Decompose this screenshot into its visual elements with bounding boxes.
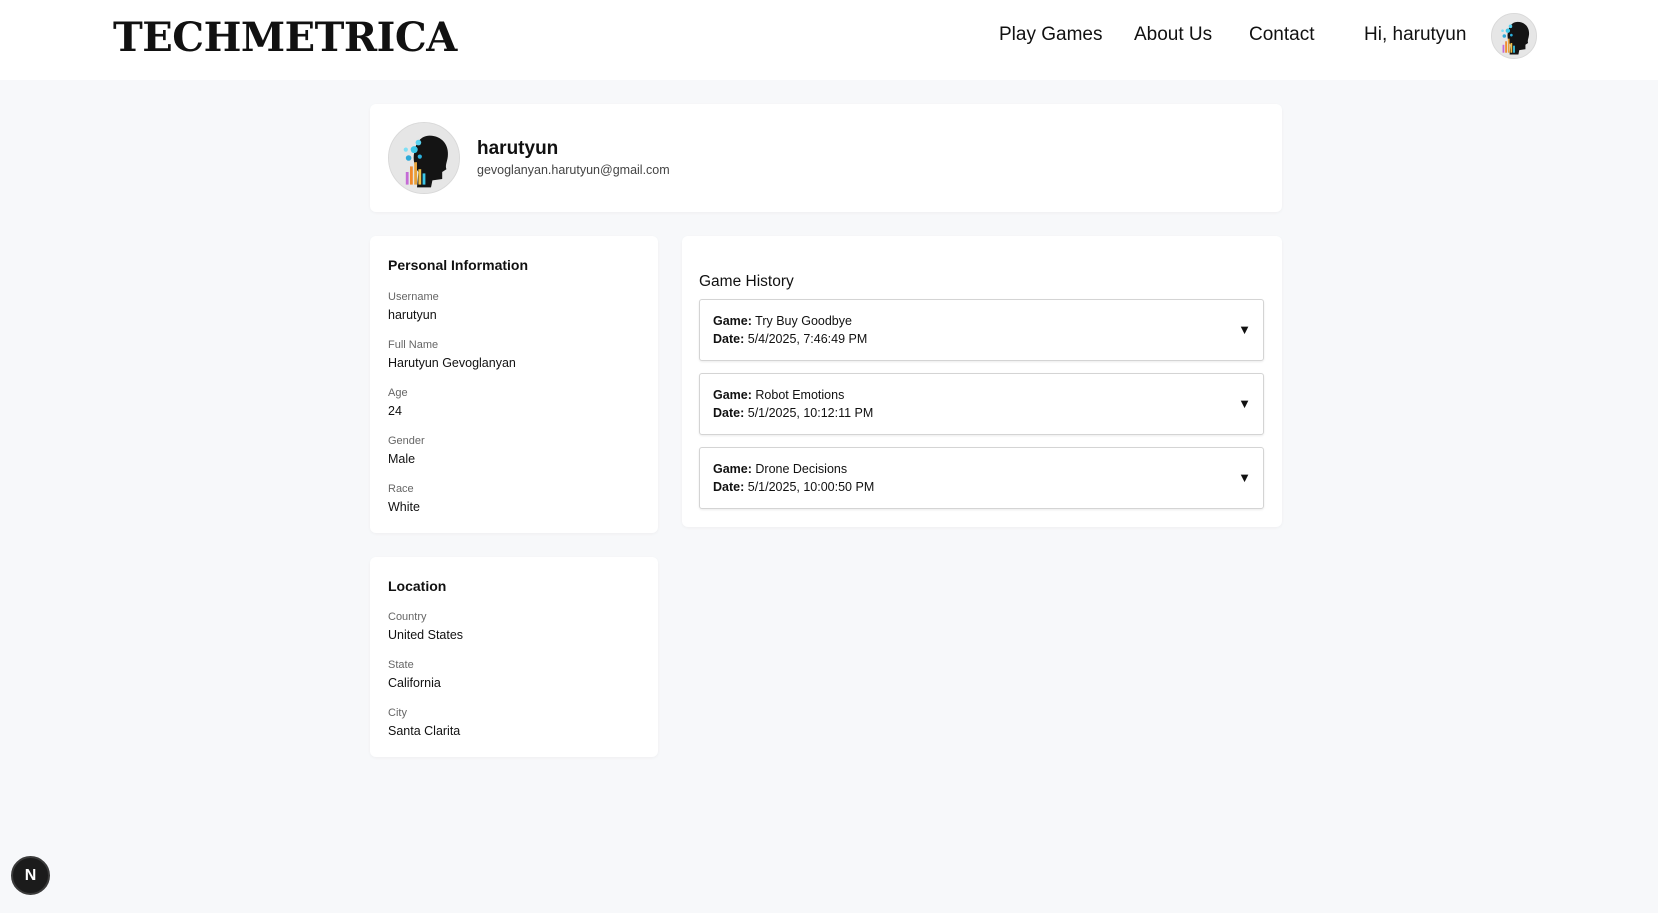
- date-label: Date:: [713, 406, 745, 420]
- nav-about-us[interactable]: About Us: [1134, 24, 1212, 50]
- profile-email: gevoglanyan.harutyun@gmail.com: [477, 163, 670, 177]
- game-history-title: Game History: [699, 273, 794, 290]
- country-label: Country: [388, 611, 427, 623]
- state-value: California: [388, 676, 441, 690]
- city-value: Santa Clarita: [388, 724, 461, 738]
- chevron-down-icon[interactable]: ▼: [1238, 322, 1251, 337]
- game-history-item[interactable]: Game: Drone Decisions Date: 5/1/2025, 10…: [699, 447, 1264, 509]
- game-label: Game:: [713, 388, 752, 402]
- game-date: 5/4/2025, 7:46:49 PM: [747, 332, 868, 346]
- top-navigation-bar: TECHMETRICA Play Games About Us Contact …: [0, 0, 1658, 80]
- username-label: Username: [388, 291, 439, 303]
- state-label: State: [388, 659, 414, 671]
- chevron-down-icon[interactable]: ▼: [1238, 470, 1251, 485]
- brand-logo[interactable]: TECHMETRICA: [113, 14, 457, 61]
- nav-play-games[interactable]: Play Games: [999, 24, 1102, 50]
- full-name-label: Full Name: [388, 339, 439, 351]
- game-line: Game: Robot Emotions: [713, 388, 844, 402]
- game-line: Game: Drone Decisions: [713, 462, 847, 476]
- nextjs-icon[interactable]: N: [11, 856, 50, 895]
- personal-information-title: Personal Information: [388, 257, 529, 273]
- game-label: Game:: [713, 462, 752, 476]
- race-label: Race: [388, 483, 414, 495]
- age-label: Age: [388, 387, 408, 399]
- avatar-icon: [388, 122, 460, 194]
- game-name: Robot Emotions: [755, 388, 845, 402]
- gender-label: Gender: [388, 435, 425, 447]
- game-history-item[interactable]: Game: Robot Emotions Date: 5/1/2025, 10:…: [699, 373, 1264, 435]
- date-line: Date: 5/1/2025, 10:00:50 PM: [713, 480, 874, 494]
- chevron-down-icon[interactable]: ▼: [1238, 396, 1251, 411]
- game-name: Drone Decisions: [755, 462, 848, 476]
- username-value: harutyun: [388, 308, 437, 322]
- game-date: 5/1/2025, 10:00:50 PM: [747, 480, 875, 494]
- game-name: Try Buy Goodbye: [755, 314, 852, 328]
- country-value: United States: [388, 628, 464, 642]
- game-history-item[interactable]: Game: Try Buy Goodbye Date: 5/4/2025, 7:…: [699, 299, 1264, 361]
- race-value: White: [388, 500, 420, 514]
- date-line: Date: 5/1/2025, 10:12:11 PM: [713, 406, 873, 420]
- location-title: Location: [388, 578, 447, 594]
- full-name-value: Harutyun Gevoglanyan: [388, 356, 516, 370]
- game-line: Game: Try Buy Goodbye: [713, 314, 852, 328]
- game-date: 5/1/2025, 10:12:11 PM: [747, 406, 874, 420]
- gender-value: Male: [388, 452, 416, 466]
- profile-name: harutyun: [477, 138, 559, 159]
- game-label: Game:: [713, 314, 752, 328]
- date-label: Date:: [713, 480, 745, 494]
- date-line: Date: 5/4/2025, 7:46:49 PM: [713, 332, 867, 346]
- date-label: Date:: [713, 332, 745, 346]
- user-greeting: Hi, harutyun: [1364, 24, 1467, 45]
- avatar-icon[interactable]: [1491, 13, 1537, 59]
- age-value: 24: [388, 404, 402, 418]
- city-label: City: [388, 707, 407, 719]
- nav-contact[interactable]: Contact: [1249, 24, 1314, 50]
